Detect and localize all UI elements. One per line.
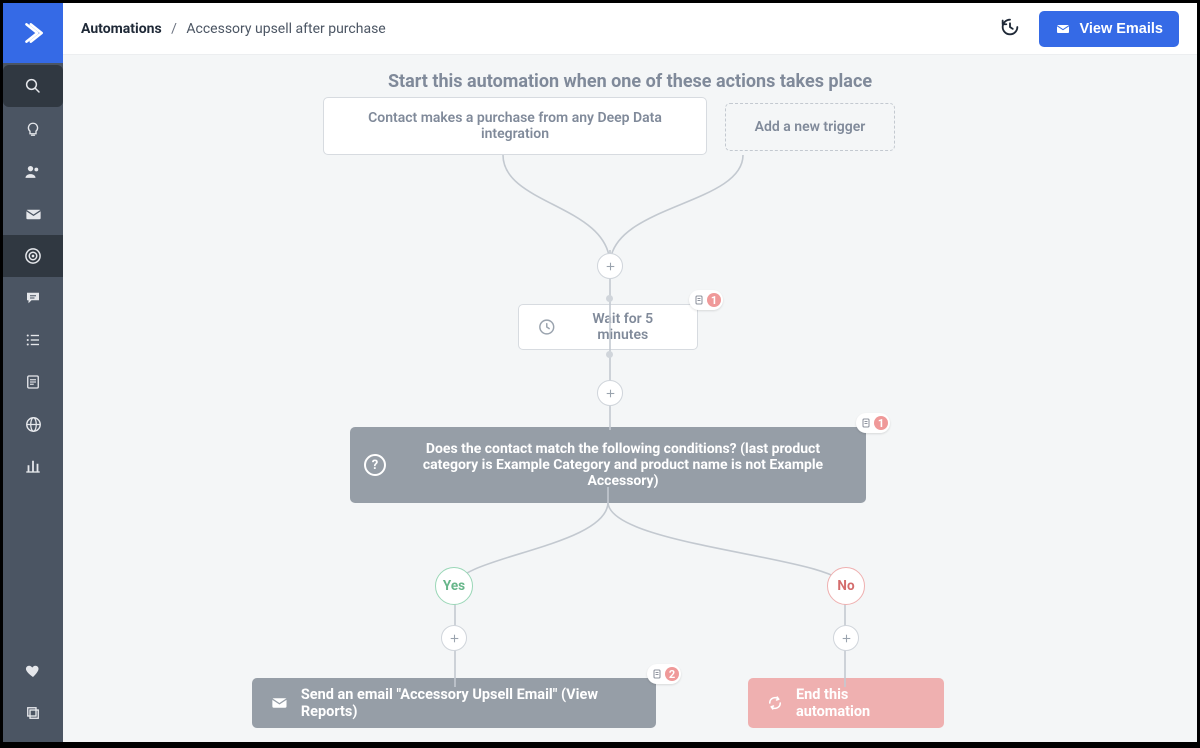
add-step-button[interactable] bbox=[833, 625, 859, 651]
end-automation-node[interactable]: End this automation bbox=[748, 678, 944, 728]
sidebar-email[interactable] bbox=[3, 193, 63, 235]
canvas-headline: Start this automation when one of these … bbox=[63, 71, 1197, 92]
sidebar-conversations[interactable] bbox=[3, 277, 63, 319]
yes-label: Yes bbox=[443, 578, 465, 594]
breadcrumb-page: Accessory upsell after purchase bbox=[186, 21, 385, 37]
yes-branch[interactable]: Yes bbox=[435, 567, 473, 605]
sidebar-automations[interactable] bbox=[3, 235, 63, 277]
wait-node[interactable]: Wait for 5 minutes bbox=[518, 304, 698, 350]
page-icon bbox=[24, 373, 42, 391]
history-button[interactable] bbox=[999, 16, 1021, 42]
sidebar-favorites[interactable] bbox=[3, 650, 63, 692]
breadcrumb-section[interactable]: Automations bbox=[81, 21, 162, 37]
breadcrumb-separator: / bbox=[171, 21, 177, 37]
node-badge[interactable]: 1 bbox=[856, 413, 890, 433]
trigger-node[interactable]: Contact makes a purchase from any Deep D… bbox=[323, 97, 707, 155]
clipboard-icon bbox=[693, 294, 705, 306]
lightbulb-icon bbox=[24, 121, 42, 139]
add-step-button[interactable] bbox=[597, 253, 623, 279]
sidebar-reports[interactable] bbox=[3, 445, 63, 487]
badge-count: 2 bbox=[665, 667, 679, 681]
brand-logo[interactable] bbox=[3, 3, 63, 63]
sidebar-search[interactable] bbox=[3, 65, 63, 107]
plus-icon bbox=[604, 387, 617, 400]
envelope-icon bbox=[1055, 21, 1071, 37]
search-icon bbox=[24, 77, 42, 95]
add-trigger-node[interactable]: Add a new trigger bbox=[725, 103, 895, 151]
plus-icon bbox=[448, 632, 461, 645]
clipboard-icon bbox=[860, 417, 872, 429]
chevron-right-icon bbox=[20, 20, 46, 46]
breadcrumb: Automations / Accessory upsell after pur… bbox=[81, 21, 386, 37]
globe-icon bbox=[24, 415, 43, 434]
automation-canvas: Start this automation when one of these … bbox=[63, 55, 1197, 742]
sidebar-pages[interactable] bbox=[3, 361, 63, 403]
clock-icon bbox=[537, 317, 557, 337]
sidebar-web[interactable] bbox=[3, 403, 63, 445]
view-emails-button[interactable]: View Emails bbox=[1039, 11, 1179, 47]
badge-count: 1 bbox=[874, 416, 888, 430]
node-badge[interactable]: 2 bbox=[647, 664, 681, 684]
chat-icon bbox=[24, 289, 42, 307]
add-step-button[interactable] bbox=[597, 380, 623, 406]
node-badge[interactable]: 1 bbox=[689, 290, 723, 310]
end-automation-label: End this automation bbox=[796, 686, 926, 720]
target-icon bbox=[23, 246, 43, 266]
connector-dot bbox=[606, 351, 613, 358]
sidebar-lists[interactable] bbox=[3, 319, 63, 361]
contacts-icon bbox=[23, 162, 43, 182]
sidebar-idea[interactable] bbox=[3, 109, 63, 151]
history-icon bbox=[999, 16, 1021, 38]
question-icon: ? bbox=[364, 454, 386, 476]
send-email-node[interactable]: Send an email "Accessory Upsell Email" (… bbox=[252, 678, 656, 728]
envelope-icon bbox=[24, 205, 43, 224]
copy-icon bbox=[24, 704, 42, 722]
connector-dot bbox=[606, 295, 613, 302]
wait-node-label: Wait for 5 minutes bbox=[567, 311, 679, 343]
clipboard-icon bbox=[651, 668, 663, 680]
no-branch[interactable]: No bbox=[827, 567, 865, 605]
refresh-icon bbox=[766, 694, 784, 712]
add-trigger-label: Add a new trigger bbox=[755, 119, 866, 135]
envelope-icon bbox=[270, 693, 289, 713]
view-emails-label: View Emails bbox=[1079, 21, 1163, 37]
sidebar-contacts[interactable] bbox=[3, 151, 63, 193]
bar-chart-icon bbox=[24, 457, 42, 475]
plus-icon bbox=[840, 632, 853, 645]
condition-node[interactable]: ? Does the contact match the following c… bbox=[350, 427, 866, 503]
list-icon bbox=[24, 331, 42, 349]
send-email-label: Send an email "Accessory Upsell Email" (… bbox=[301, 686, 638, 720]
heart-icon bbox=[24, 662, 42, 680]
badge-count: 1 bbox=[707, 293, 721, 307]
sidebar bbox=[3, 3, 63, 742]
plus-icon bbox=[604, 260, 617, 273]
condition-node-label: Does the contact match the following con… bbox=[423, 441, 823, 489]
no-label: No bbox=[837, 578, 854, 594]
sidebar-copy[interactable] bbox=[3, 692, 63, 734]
topbar: Automations / Accessory upsell after pur… bbox=[63, 3, 1197, 55]
add-step-button[interactable] bbox=[441, 625, 467, 651]
trigger-node-label: Contact makes a purchase from any Deep D… bbox=[342, 110, 688, 142]
